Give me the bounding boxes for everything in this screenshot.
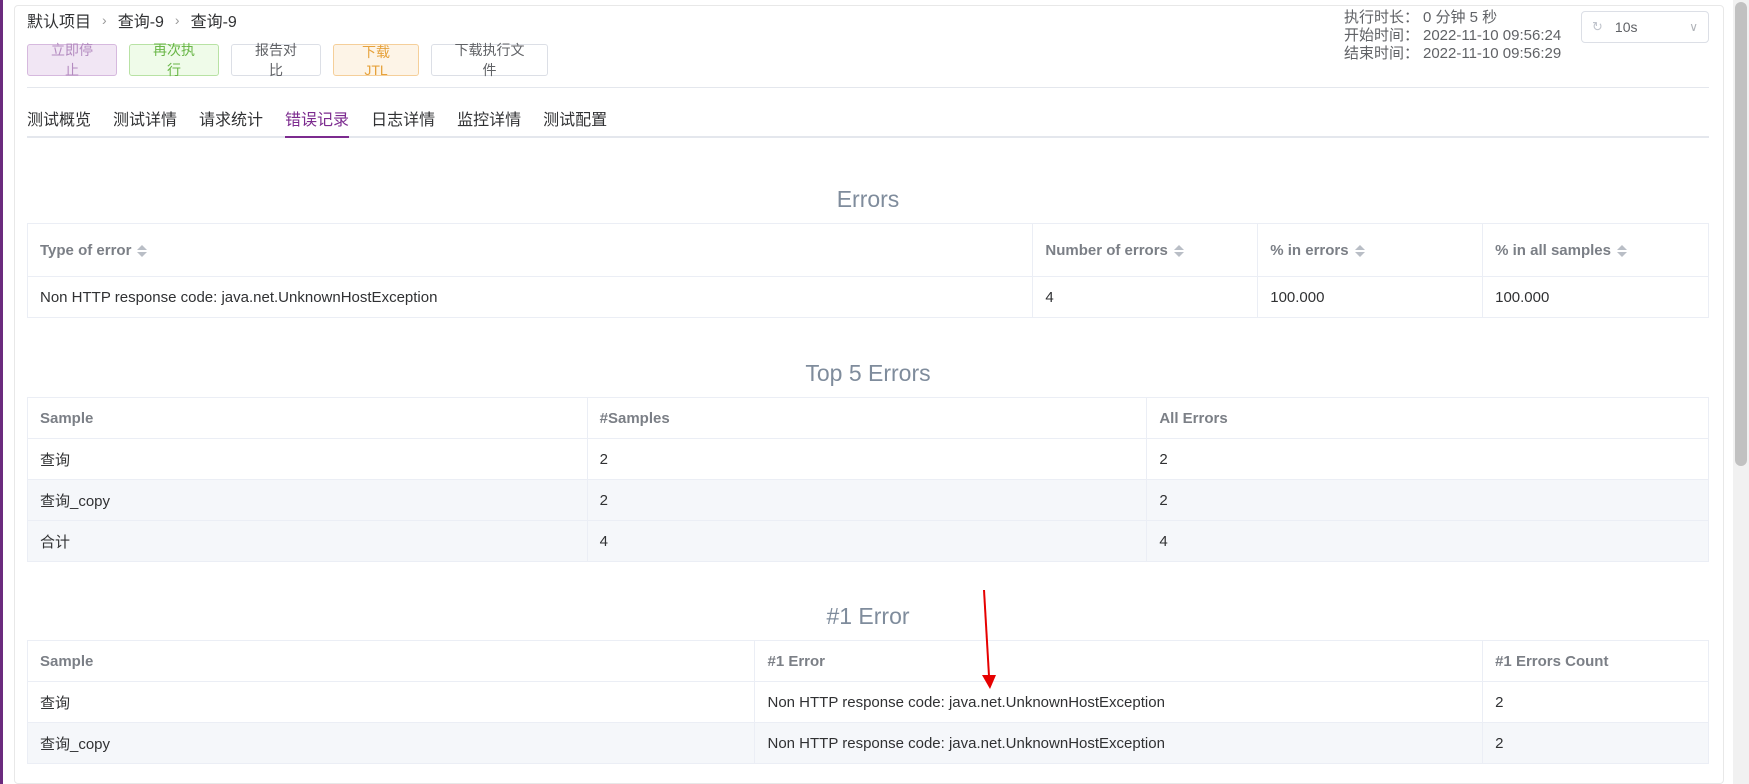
chevron-right-icon: › <box>174 12 180 28</box>
refresh-icon: ↻ <box>1592 19 1603 34</box>
top5-errors-table: Sample #Samples All Errors 查询 2 2 查询_cop… <box>27 397 1709 562</box>
col-percent-in-errors[interactable]: % in errors <box>1257 223 1484 277</box>
start-time-value: 2022-11-10 09:56:24 <box>1423 27 1562 44</box>
tab-overview[interactable]: 测试概览 <box>27 100 91 138</box>
col-samples-count: #Samples <box>586 397 1148 439</box>
toolbar: 立即停止 再次执行 报告对比 下载JTL 下载执行文件 <box>27 42 560 78</box>
cell-error: Non HTTP response code: java.net.Unknown… <box>754 681 1484 723</box>
cell-sample: 查询_copy <box>27 479 588 521</box>
cell-errors-count: 2 <box>1482 681 1709 723</box>
cell-errors-count: 2 <box>1482 722 1709 764</box>
cell-percent-in-errors: 100.000 <box>1257 276 1484 318</box>
refresh-interval-value: 10s <box>1614 19 1638 35</box>
cell-percent-in-all-samples: 100.000 <box>1482 276 1709 318</box>
table-row: 查询_copy Non HTTP response code: java.net… <box>26 722 1709 764</box>
tab-config[interactable]: 测试配置 <box>543 100 607 138</box>
sort-icon[interactable] <box>1617 244 1627 258</box>
tab-request-stats[interactable]: 请求统计 <box>199 100 263 138</box>
col-sample: Sample <box>27 397 588 439</box>
breadcrumb-item-scenario[interactable]: 查询-9 <box>118 8 164 32</box>
compare-report-button[interactable]: 报告对比 <box>231 42 321 78</box>
scrollbar-thumb[interactable] <box>1735 2 1747 466</box>
tab-details[interactable]: 测试详情 <box>113 100 177 138</box>
table-header-row: Type of error Number of errors % in erro… <box>26 223 1709 277</box>
tab-error-log[interactable]: 错误记录 <box>285 100 350 138</box>
breadcrumb: 默认项目 › 查询-9 › 查询-9 <box>27 8 237 32</box>
duration-value: 0 分钟 5 秒 <box>1423 9 1498 26</box>
cell-samples-count: 2 <box>586 438 1148 480</box>
error1-table: Sample #1 Error #1 Errors Count 查询 Non H… <box>26 640 1709 764</box>
table-header-row: Sample #Samples All Errors <box>27 397 1709 439</box>
chevron-down-icon: ∨ <box>1689 20 1698 34</box>
start-time-label: 开始时间： <box>1344 27 1420 44</box>
col-type-of-error[interactable]: Type of error <box>26 223 1034 277</box>
cell-samples-count: 4 <box>586 520 1148 562</box>
cell-error-type: Non HTTP response code: java.net.Unknown… <box>26 276 1034 318</box>
report-tabs: 测试概览 测试详情 请求统计 错误记录 日志详情 监控详情 测试配置 <box>27 100 1709 138</box>
top5-errors-title: Top 5 Errors <box>805 360 931 386</box>
cell-all-errors: 2 <box>1146 438 1709 480</box>
download-file-button[interactable]: 下载执行文件 <box>431 42 548 78</box>
refresh-interval-select[interactable]: ↻ 10s ∨ <box>1581 11 1709 43</box>
col-sample: Sample <box>26 640 756 682</box>
col-number-of-errors[interactable]: Number of errors <box>1032 223 1259 277</box>
cell-all-errors: 2 <box>1146 479 1709 521</box>
cell-sample: 合计 <box>27 520 588 562</box>
cell-sample: 查询_copy <box>26 722 756 764</box>
cell-samples-count: 2 <box>586 479 1148 521</box>
end-time-label: 结束时间： <box>1344 45 1420 62</box>
vertical-scrollbar[interactable] <box>1733 0 1749 784</box>
rerun-button[interactable]: 再次执行 <box>129 42 219 78</box>
table-row: 查询 Non HTTP response code: java.net.Unkn… <box>26 681 1709 723</box>
tab-monitor[interactable]: 监控详情 <box>457 100 521 138</box>
cell-sample: 查询 <box>27 438 588 480</box>
cell-sample: 查询 <box>26 681 756 723</box>
sort-icon[interactable] <box>1354 244 1365 258</box>
error1-title: #1 Error <box>826 603 910 629</box>
run-timing: 执行时长： 0 分钟 5 秒 开始时间： 2022-11-10 09:56:24 结… <box>1344 9 1561 63</box>
errors-title: Errors <box>836 186 900 212</box>
divider <box>27 87 1709 88</box>
sidebar-edge <box>0 0 3 784</box>
col-error-1: #1 Error <box>754 640 1484 682</box>
stop-button[interactable]: 立即停止 <box>27 42 117 78</box>
table-row: 查询_copy 2 2 <box>27 479 1709 521</box>
table-header-row: Sample #1 Error #1 Errors Count <box>26 640 1709 682</box>
col-errors-count: #1 Errors Count <box>1482 640 1709 682</box>
cell-error: Non HTTP response code: java.net.Unknown… <box>754 722 1484 764</box>
table-row-total: 合计 4 4 <box>27 520 1709 562</box>
duration-label: 执行时长： <box>1344 9 1420 26</box>
errors-table: Type of error Number of errors % in erro… <box>26 223 1709 318</box>
table-row: 查询 2 2 <box>27 438 1709 480</box>
download-jtl-button[interactable]: 下载JTL <box>333 44 419 78</box>
breadcrumb-item-project[interactable]: 默认项目 <box>27 8 91 32</box>
cell-error-count: 4 <box>1032 276 1259 318</box>
col-percent-in-all-samples[interactable]: % in all samples <box>1482 223 1709 277</box>
table-row: Non HTTP response code: java.net.Unknown… <box>26 276 1709 318</box>
sort-icon[interactable] <box>137 244 148 258</box>
cell-all-errors: 4 <box>1146 520 1709 562</box>
chevron-right-icon: › <box>102 12 107 28</box>
end-time-value: 2022-11-10 09:56:29 <box>1423 45 1562 62</box>
tab-log-details[interactable]: 日志详情 <box>371 100 435 138</box>
sort-icon[interactable] <box>1173 244 1184 258</box>
breadcrumb-item-report: 查询-9 <box>190 14 237 31</box>
col-all-errors: All Errors <box>1146 397 1709 439</box>
